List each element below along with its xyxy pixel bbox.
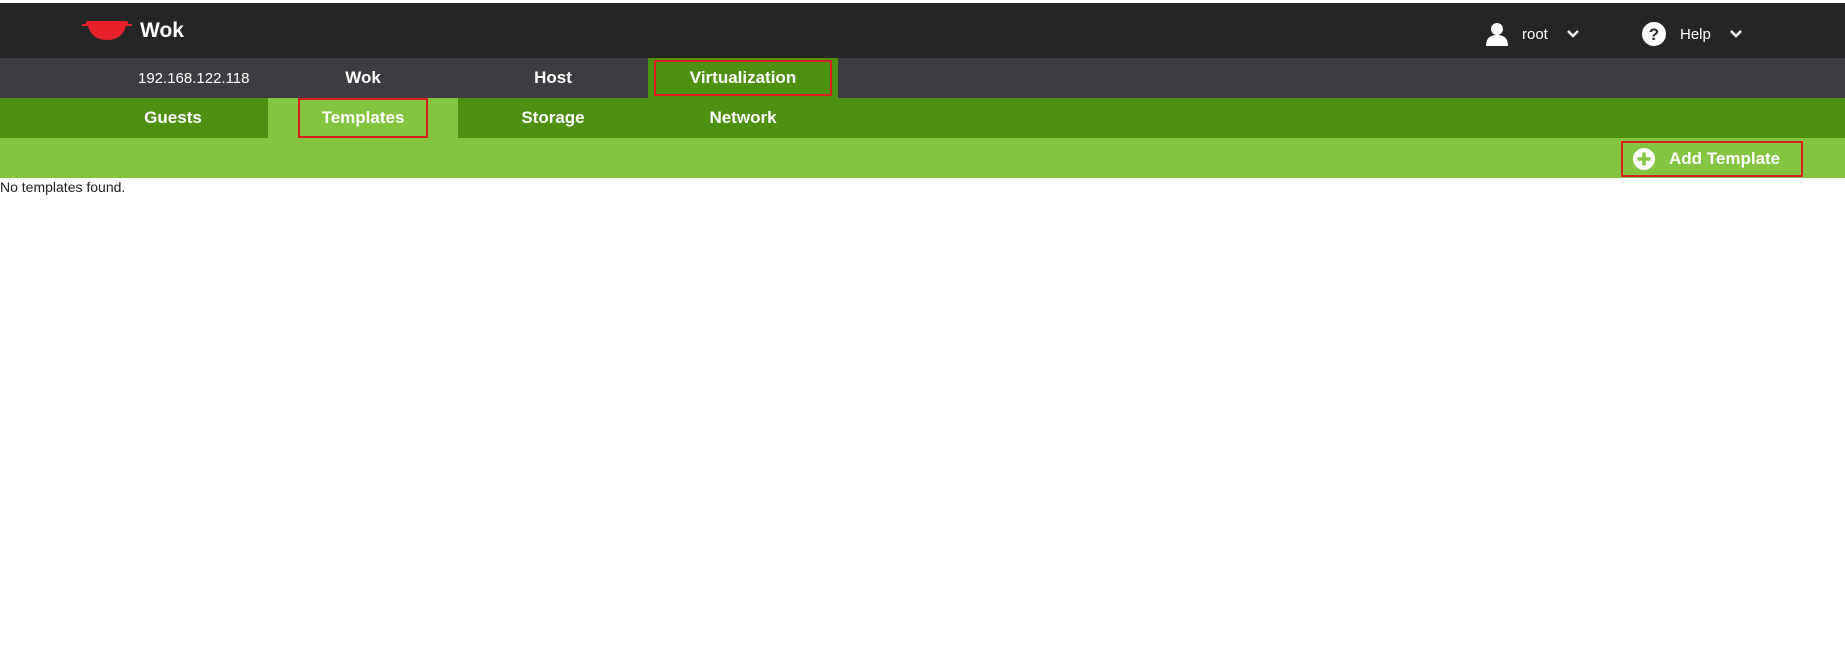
tab-templates[interactable]: Templates <box>268 98 458 138</box>
chevron-down-icon <box>1566 30 1579 38</box>
tab-wok-label: Wok <box>345 68 381 87</box>
templates-toolbar: Add Template <box>0 138 1845 178</box>
host-ip: 192.168.122.118 <box>138 70 250 87</box>
wok-logo-icon <box>82 21 132 40</box>
add-template-button[interactable]: Add Template <box>1621 141 1803 177</box>
top-bar: Wok root ? Help <box>0 3 1845 58</box>
tab-virtualization-label: Virtualization <box>653 60 833 96</box>
tab-guests[interactable]: Guests <box>78 98 268 138</box>
tab-templates-label: Templates <box>297 98 429 138</box>
user-name: root <box>1522 25 1548 43</box>
tab-guests-label: Guests <box>144 108 202 127</box>
help-menu[interactable]: ? Help <box>1642 22 1743 46</box>
add-template-label: Add Template <box>1669 149 1781 168</box>
svg-text:?: ? <box>1649 25 1659 44</box>
brand-name: Wok <box>140 19 184 42</box>
user-menu[interactable]: root <box>1486 22 1580 46</box>
plus-circle-icon <box>1633 148 1655 170</box>
tab-host[interactable]: Host <box>458 58 648 98</box>
tab-virtualization[interactable]: Virtualization <box>648 58 838 98</box>
help-icon: ? <box>1642 22 1666 46</box>
brand-home-link[interactable]: Wok <box>82 19 184 43</box>
tab-storage-label: Storage <box>521 108 585 127</box>
sub-nav-bar: Guests Templates Storage Network <box>0 98 1845 138</box>
help-label: Help <box>1680 25 1711 43</box>
tab-storage[interactable]: Storage <box>458 98 648 138</box>
tab-network-label: Network <box>709 108 777 127</box>
tab-wok[interactable]: Wok <box>268 58 458 98</box>
empty-templates-message: No templates found. <box>0 179 126 195</box>
tab-network[interactable]: Network <box>648 98 838 138</box>
host-nav-bar: 192.168.122.118 Wok Host Virtualization <box>0 58 1845 98</box>
user-icon <box>1486 23 1508 46</box>
chevron-down-icon <box>1729 30 1742 38</box>
tab-host-label: Host <box>534 68 572 87</box>
